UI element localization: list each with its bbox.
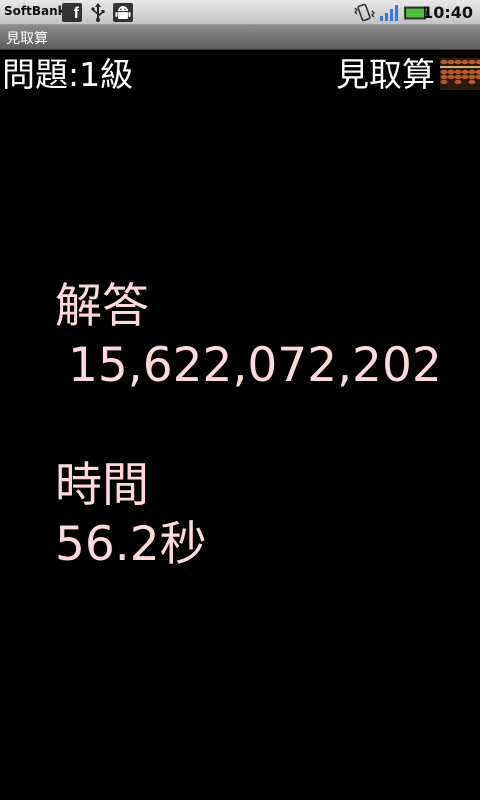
answer-label: 解答: [55, 279, 149, 334]
facebook-icon: f: [62, 3, 82, 22]
status-bar: SoftBank f 10:40: [0, 0, 480, 25]
time-value: 56.2秒: [55, 517, 207, 572]
level-label: 問題:1級: [2, 55, 134, 94]
signal-icon: [379, 3, 401, 22]
carrier-name: SoftBank: [4, 4, 66, 18]
time-label: 時間: [55, 458, 149, 513]
android-debug-icon: [113, 3, 133, 22]
title-bar: 見取算: [0, 25, 480, 50]
abacus-icon: [440, 54, 480, 94]
status-clock: 10:40: [422, 3, 473, 22]
answer-value: 15,622,072,202: [68, 338, 442, 393]
app-title: 見取算: [6, 31, 48, 47]
app-screen: SoftBank f 10:40 見取算 問題:1級 見取算 解答 15,622…: [0, 0, 480, 800]
usb-icon: [88, 3, 108, 22]
vibrate-icon: [352, 3, 376, 22]
mode-label: 見取算: [336, 55, 435, 94]
